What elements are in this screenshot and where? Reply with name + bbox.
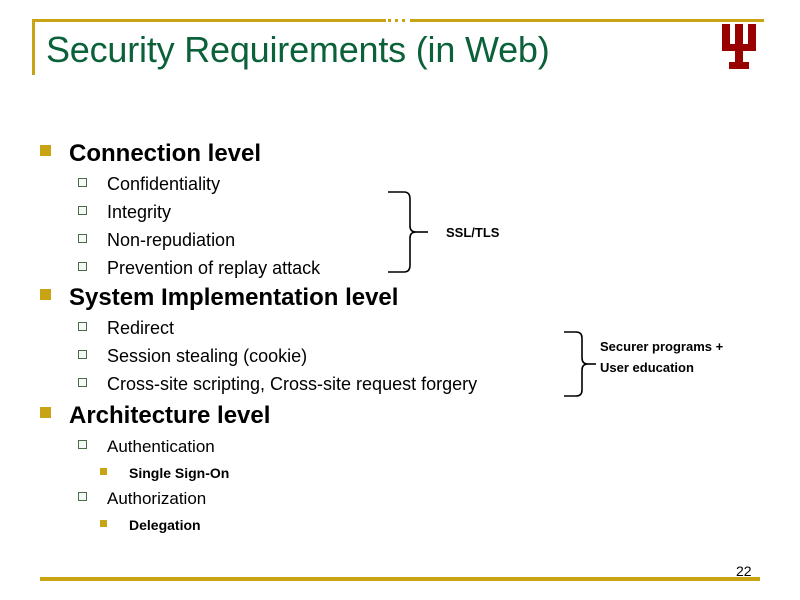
list-item-label: Delegation: [129, 517, 201, 533]
bullet-square-gold-icon: [40, 289, 51, 300]
section-heading-system-implementation-level: System Implementation level: [40, 284, 398, 312]
list-item: Session stealing (cookie): [78, 346, 307, 367]
bullet-square-gold-icon: [40, 407, 51, 418]
section-heading-label: Connection level: [69, 140, 262, 167]
bullet-square-hollow-icon: [78, 350, 87, 359]
annotation-securer-programs: Securer programs + User education: [600, 336, 723, 378]
section-heading-connection-level: Connection level: [40, 140, 261, 168]
bullet-square-hollow-icon: [78, 234, 87, 243]
bullet-square-hollow-icon: [78, 378, 87, 387]
list-item: Integrity: [78, 202, 171, 223]
bullet-square-gold-small-icon: [100, 468, 107, 475]
section-heading-label: Architecture level: [69, 402, 271, 429]
bullet-square-hollow-icon: [78, 206, 87, 215]
indiana-university-trident-logo: [718, 24, 760, 70]
section-heading-architecture-level: Architecture level: [40, 402, 270, 430]
list-item: Cross-site scripting, Cross-site request…: [78, 374, 477, 395]
annotation-line-1: Securer programs +: [600, 339, 724, 354]
list-item-label: Single Sign-On: [129, 465, 230, 481]
section-heading-label: System Implementation level: [69, 284, 399, 311]
annotation-ssl-tls: SSL/TLS: [446, 225, 500, 240]
list-item-label: Authorization: [107, 489, 207, 508]
brace-system-implementation-level: [564, 331, 596, 397]
title-left-rule: [32, 19, 35, 75]
list-item-label: Integrity: [107, 202, 172, 222]
bullet-square-hollow-icon: [78, 440, 87, 449]
list-item-label: Prevention of replay attack: [107, 258, 321, 278]
list-item-label: Cross-site scripting, Cross-site request…: [107, 374, 478, 394]
list-item: Confidentiality: [78, 174, 220, 195]
list-item-label: Non-repudiation: [107, 230, 236, 250]
presentation-slide: Security Requirements (in Web) Connectio…: [0, 0, 800, 600]
bullet-square-hollow-icon: [78, 178, 87, 187]
list-item: Prevention of replay attack: [78, 258, 320, 279]
footer-rule: [40, 577, 760, 581]
bullet-square-hollow-icon: [78, 322, 87, 331]
list-item: Authentication: [78, 437, 215, 457]
bullet-square-hollow-icon: [78, 262, 87, 271]
list-item: Delegation: [100, 517, 201, 533]
list-item-label: Redirect: [107, 318, 175, 338]
list-item-label: Session stealing (cookie): [107, 346, 308, 366]
bullet-square-gold-icon: [40, 145, 51, 156]
list-item-label: Authentication: [107, 437, 215, 456]
list-item-label: Confidentiality: [107, 174, 221, 194]
bullet-square-hollow-icon: [78, 492, 87, 501]
brace-connection-level: [388, 191, 428, 273]
list-item: Single Sign-On: [100, 465, 229, 481]
bullet-square-gold-small-icon: [100, 520, 107, 527]
annotation-line-2: User education: [600, 360, 694, 375]
list-item: Authorization: [78, 489, 206, 509]
list-item: Redirect: [78, 318, 174, 339]
slide-title: Security Requirements (in Web): [46, 29, 550, 70]
title-rule-gap-dots: [386, 19, 410, 22]
list-item: Non-repudiation: [78, 230, 235, 251]
